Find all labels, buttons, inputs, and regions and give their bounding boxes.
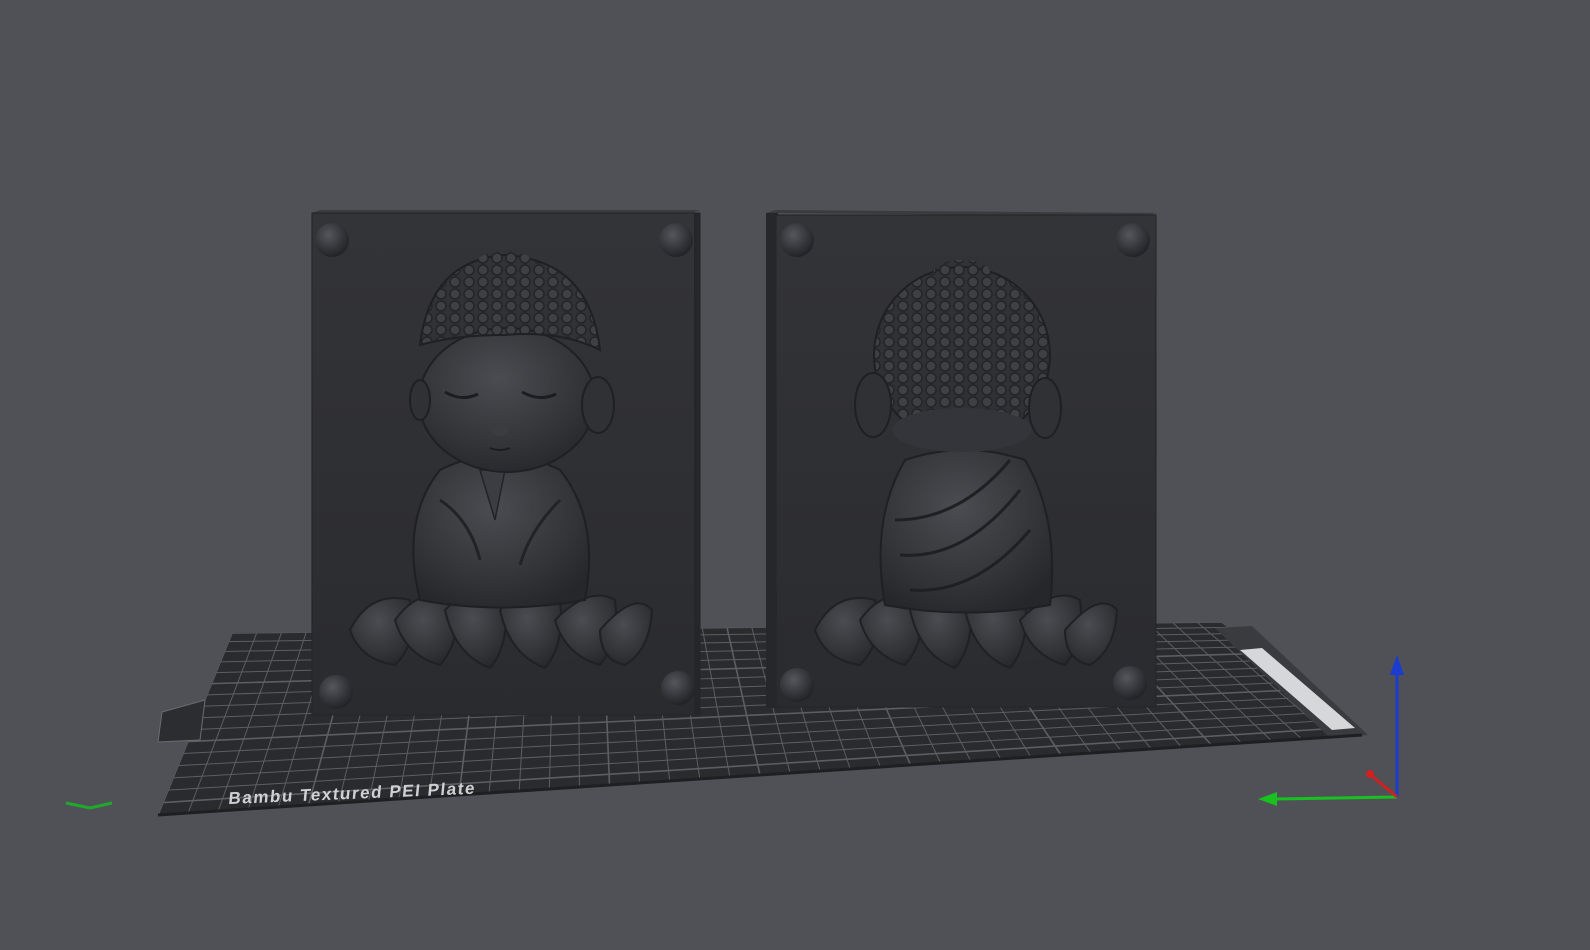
scene-canvas[interactable]: Bambu Textured PEI Plate: [0, 0, 1590, 950]
registration-bump: [780, 668, 814, 702]
y-axis: [1274, 795, 1398, 801]
origin-marker: [65, 801, 113, 810]
registration-bump: [780, 223, 814, 257]
registration-bump: [659, 223, 693, 257]
registration-bump: [319, 675, 353, 709]
x-axis: [1371, 774, 1398, 799]
buddha-mold-front-half[interactable]: [311, 210, 701, 716]
buddha-mold-back-half[interactable]: [766, 210, 1157, 708]
3d-viewport[interactable]: Bambu Textured PEI Plate: [0, 0, 1590, 950]
registration-bump: [661, 671, 695, 705]
registration-bump: [1116, 223, 1150, 257]
registration-bump: [1113, 666, 1147, 700]
registration-bump: [315, 223, 349, 257]
